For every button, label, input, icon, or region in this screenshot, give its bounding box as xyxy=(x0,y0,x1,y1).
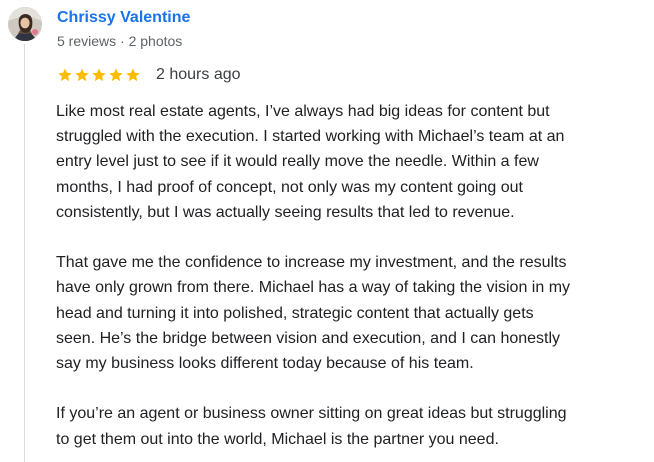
star-icon xyxy=(58,68,72,82)
review-paragraph: Like most real estate agents, I’ve alway… xyxy=(56,103,565,221)
avatar-image xyxy=(8,7,42,41)
author-meta: 5 reviews · 2 photos xyxy=(57,33,183,49)
review-thread-line xyxy=(24,44,25,462)
review-paragraph: If you’re an agent or business owner sit… xyxy=(56,405,567,448)
rating-row: 2 hours ago xyxy=(57,64,241,86)
review-paragraph: That gave me the confidence to increase … xyxy=(56,254,571,373)
author-name[interactable]: Chrissy Valentine xyxy=(57,8,190,28)
star-icon xyxy=(92,68,106,82)
star-icon xyxy=(109,68,123,82)
review-text: Like most real estate agents, I’ve alway… xyxy=(56,99,648,452)
star-rating xyxy=(57,67,141,83)
review-card: Chrissy Valentine 5 reviews · 2 photos 2… xyxy=(0,0,654,462)
author-avatar[interactable] xyxy=(8,7,42,41)
review-time: 2 hours ago xyxy=(156,66,241,83)
star-icon xyxy=(126,68,140,82)
star-icon xyxy=(75,68,89,82)
